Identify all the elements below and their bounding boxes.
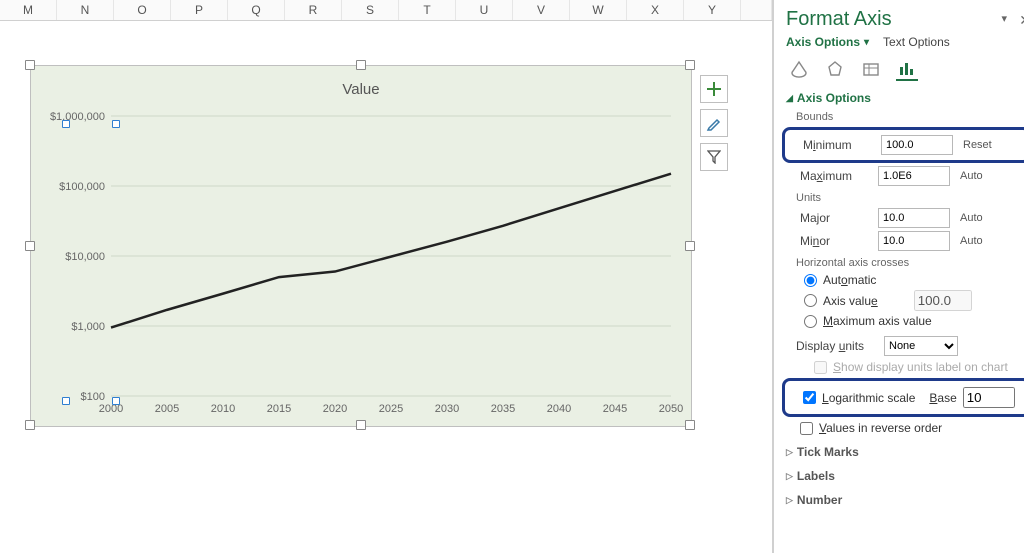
svg-text:2040: 2040 [547,403,571,415]
spreadsheet-area: MNOPQRSTUVWXY Value $100 $1,000 $10,000 $10… [0,0,773,553]
display-units-label: Display units [796,339,878,353]
svg-text:$10,000: $10,000 [65,251,105,263]
tab-text-options[interactable]: Text Options [883,35,950,49]
chart-styles-button[interactable] [700,109,728,137]
column-header[interactable] [741,0,772,20]
svg-text:2035: 2035 [491,403,515,415]
chart-elements-button[interactable] [700,75,728,103]
axis-selection-handle[interactable] [62,120,70,128]
show-display-units-label-check [814,361,827,374]
tab-axis-options[interactable]: Axis Options ▾ [786,35,869,49]
fill-line-icon[interactable] [788,58,810,80]
maximum-auto: Auto [960,170,983,182]
axis-selection-handle[interactable] [62,397,70,405]
column-header[interactable]: O [114,0,171,20]
major-input[interactable] [878,208,950,228]
log-scale-check[interactable] [803,391,816,404]
log-scale-highlight: Logarithmic scale Base [782,378,1024,417]
svg-text:2045: 2045 [603,403,627,415]
svg-text:$1,000,000: $1,000,000 [50,111,105,123]
minimum-reset[interactable]: Reset [963,139,992,151]
bounds-label: Bounds [796,111,1024,123]
column-header[interactable]: M [0,0,57,20]
pane-title: Format Axis [786,8,1024,31]
svg-text:2030: 2030 [435,403,459,415]
svg-text:$100,000: $100,000 [59,181,105,193]
svg-text:$1,000: $1,000 [71,321,105,333]
units-label: Units [796,192,1024,204]
column-header[interactable]: V [513,0,570,20]
column-header[interactable]: S [342,0,399,20]
display-units-select[interactable]: None [884,336,958,356]
resize-handle[interactable] [685,420,695,430]
chart-title: Value [342,81,379,98]
resize-handle[interactable] [356,60,366,70]
minor-label: Minor [800,234,872,248]
log-base-input[interactable] [963,387,1015,408]
pane-close-button[interactable]: ✕ [1019,12,1024,29]
column-header[interactable]: T [399,0,456,20]
minimum-input[interactable] [881,135,953,155]
crosses-label: Horizontal axis crosses [796,257,1024,269]
section-axis-options[interactable]: ◢Axis Options [786,91,1024,105]
column-header[interactable]: R [285,0,342,20]
crosses-automatic-radio[interactable] [804,274,817,287]
crosses-axis-value-radio[interactable] [804,294,817,307]
column-header[interactable]: Q [228,0,285,20]
reverse-order-check[interactable] [800,422,813,435]
column-header[interactable]: P [171,0,228,20]
minor-input[interactable] [878,231,950,251]
chart-canvas: Value $100 $1,000 $10,000 $100,000 $1,000,00… [30,65,692,427]
resize-handle[interactable] [685,241,695,251]
crosses-max-radio[interactable] [804,315,817,328]
column-header[interactable]: W [570,0,627,20]
maximum-label: Maximum [800,169,872,183]
major-auto: Auto [960,212,983,224]
size-properties-icon[interactable] [860,58,882,80]
svg-text:$100: $100 [81,391,105,403]
axis-selection-handle[interactable] [112,120,120,128]
bounds-minimum-highlight: Minimum Reset [782,127,1024,163]
chart-object[interactable]: Value $100 $1,000 $10,000 $100,000 $1,000,00… [30,65,690,425]
column-header[interactable]: U [456,0,513,20]
svg-text:2025: 2025 [379,403,403,415]
chart-filter-button[interactable] [700,143,728,171]
resize-handle[interactable] [25,60,35,70]
format-axis-pane: ▾ ✕ Format Axis Axis Options ▾ Text Opti… [773,0,1024,553]
effects-icon[interactable] [824,58,846,80]
axis-options-icon[interactable] [896,57,918,81]
resize-handle[interactable] [25,420,35,430]
section-number[interactable]: ▷Number [786,493,1024,507]
resize-handle[interactable] [356,420,366,430]
axis-selection-handle[interactable] [112,397,120,405]
resize-handle[interactable] [25,241,35,251]
column-header[interactable]: N [57,0,114,20]
pane-options-dropdown[interactable]: ▾ [1001,12,1007,25]
minimum-label: Minimum [803,138,875,152]
resize-handle[interactable] [685,60,695,70]
section-tick-marks[interactable]: ▷Tick Marks [786,445,1024,459]
column-headers: MNOPQRSTUVWXY [0,0,772,21]
svg-text:2050: 2050 [659,403,683,415]
column-header[interactable]: Y [684,0,741,20]
svg-text:2015: 2015 [267,403,291,415]
crosses-axis-value-input [914,290,972,311]
section-labels[interactable]: ▷Labels [786,469,1024,483]
major-label: Major [800,211,872,225]
svg-text:2010: 2010 [211,403,235,415]
svg-text:2020: 2020 [323,403,347,415]
minor-auto: Auto [960,235,983,247]
svg-text:2005: 2005 [155,403,179,415]
maximum-input[interactable] [878,166,950,186]
column-header[interactable]: X [627,0,684,20]
